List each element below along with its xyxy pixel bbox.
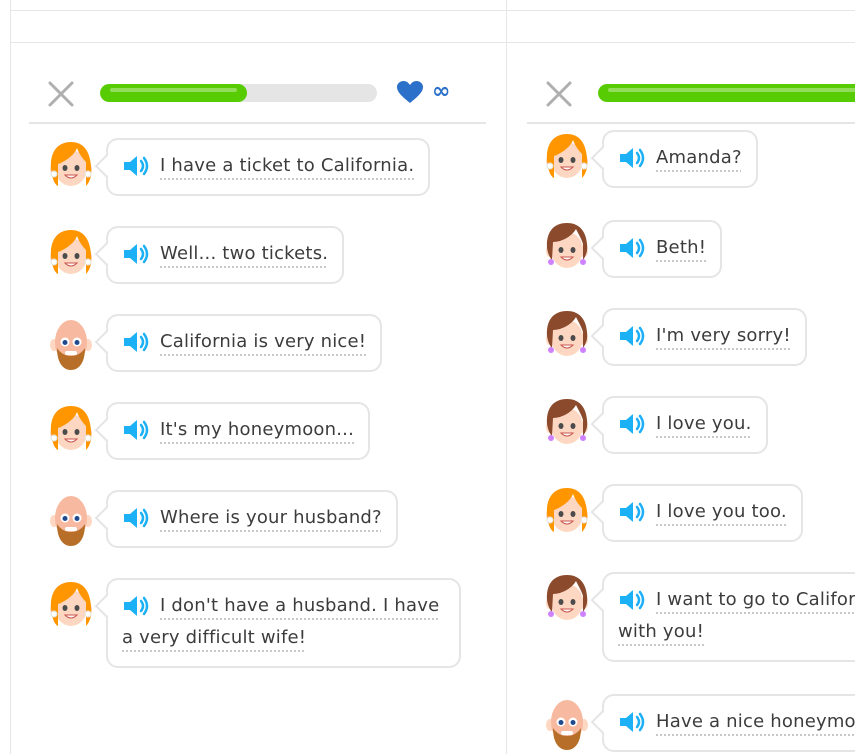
speaker-icon[interactable]	[122, 155, 150, 177]
hearts-counter[interactable]: ∞	[396, 80, 450, 104]
speaker-icon[interactable]	[618, 325, 646, 347]
speech-bubble: Where is your husband?	[106, 490, 398, 548]
speaker-icon[interactable]	[618, 589, 646, 611]
girl-avatar	[46, 402, 96, 460]
close-button[interactable]	[47, 80, 75, 108]
bald-man-avatar	[46, 490, 96, 548]
hearts-count: ∞	[432, 79, 451, 104]
message-text[interactable]: Have a nice honeymoon!	[656, 711, 855, 732]
speech-bubble: I'm very sorry!	[602, 308, 807, 366]
speaker-icon[interactable]	[122, 243, 150, 265]
speech-bubble: California is very nice!	[106, 314, 383, 372]
speaker-icon[interactable]	[618, 413, 646, 435]
progress-fill	[100, 84, 247, 102]
message-text[interactable]: Where is your husband?	[160, 507, 382, 528]
message-text[interactable]: I love you.	[656, 413, 752, 434]
brunette-avatar	[542, 220, 592, 278]
speaker-icon[interactable]	[122, 419, 150, 441]
brunette-avatar	[542, 308, 592, 366]
speaker-icon[interactable]	[122, 595, 150, 617]
close-button[interactable]	[545, 80, 573, 108]
message-text[interactable]: It's my honeymoon...	[160, 419, 354, 440]
speech-bubble: I love you.	[602, 396, 768, 454]
speaker-icon[interactable]	[122, 331, 150, 353]
bald-man-avatar	[46, 314, 96, 372]
message-text[interactable]: I'm very sorry!	[656, 325, 791, 346]
progress-bar	[100, 84, 377, 102]
girl-avatar	[46, 578, 96, 636]
speaker-icon[interactable]	[618, 711, 646, 733]
message-text[interactable]: I love you too.	[656, 501, 787, 522]
header-divider	[527, 122, 855, 124]
girl-avatar	[46, 138, 96, 196]
message-text[interactable]: Beth!	[656, 237, 706, 258]
close-icon	[546, 81, 572, 107]
right-story-panel: Amanda? Beth! I'm very sorry! I love you. I …	[507, 0, 855, 754]
brunette-avatar	[542, 572, 592, 630]
progress-fill	[598, 84, 855, 102]
message-text[interactable]: I have a ticket to California.	[160, 155, 414, 176]
progress-bar	[598, 84, 855, 102]
speaker-icon[interactable]	[618, 147, 646, 169]
speech-bubble: Amanda?	[602, 130, 758, 188]
message-text[interactable]: California is very nice!	[160, 331, 366, 352]
speech-bubble: It's my honeymoon...	[106, 402, 371, 460]
message-text[interactable]: Amanda?	[656, 147, 742, 168]
speech-bubble: I don't have a husband. I have a very di…	[106, 578, 461, 668]
girl-avatar	[542, 130, 592, 188]
header-divider	[29, 122, 486, 124]
speaker-icon[interactable]	[618, 237, 646, 259]
speaker-icon[interactable]	[618, 501, 646, 523]
left-story-panel: ∞ I have a ticket to California. Well... …	[11, 0, 505, 754]
speech-bubble: I love you too.	[602, 484, 803, 542]
speech-bubble: Have a nice honeymoon!	[602, 694, 855, 752]
speaker-icon[interactable]	[122, 507, 150, 529]
message-text[interactable]: Well... two tickets.	[160, 243, 328, 264]
bald-man-avatar	[542, 694, 592, 752]
message-text[interactable]: I don't have a husband. I have a very di…	[122, 595, 439, 648]
girl-avatar	[46, 226, 96, 284]
close-icon	[48, 81, 74, 107]
speech-bubble: Beth!	[602, 220, 723, 278]
girl-avatar	[542, 484, 592, 542]
speech-bubble: Well... two tickets.	[106, 226, 345, 284]
brunette-avatar	[542, 396, 592, 454]
message-text[interactable]: I want to go to California with you!	[618, 589, 855, 642]
speech-bubble: I have a ticket to California.	[106, 138, 431, 196]
heart-icon	[397, 81, 423, 103]
speech-bubble: I want to go to California with you!	[602, 572, 855, 662]
